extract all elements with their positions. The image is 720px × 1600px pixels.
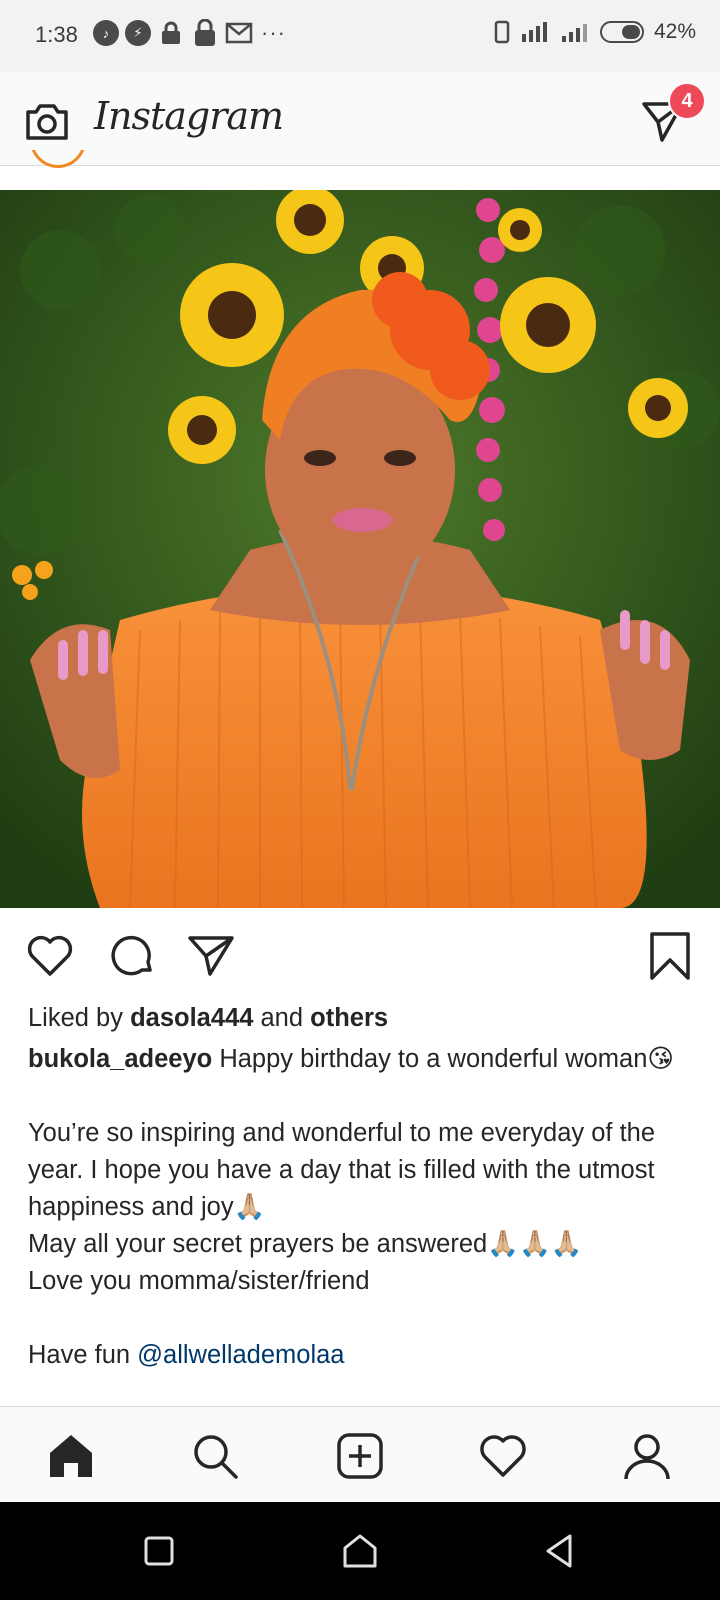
heart-icon[interactable] — [24, 930, 76, 982]
battery-percent: 42% — [653, 20, 696, 43]
activity-heart-icon[interactable] — [478, 1431, 528, 1481]
instagram-header: Instagram 4 — [0, 72, 720, 166]
camera-icon[interactable] — [22, 96, 72, 146]
caption-mention-link[interactable]: @allwellademolaa — [137, 1341, 344, 1369]
liked-by-others[interactable]: others — [310, 1004, 388, 1032]
signal-icon-2 — [561, 24, 587, 42]
mail-icon — [225, 20, 253, 46]
comment-icon[interactable] — [106, 930, 158, 982]
profile-icon[interactable] — [622, 1431, 672, 1481]
bottom-nav — [0, 1406, 720, 1502]
status-time: 1:38 — [35, 22, 78, 47]
search-icon[interactable] — [190, 1431, 240, 1481]
back-icon[interactable] — [540, 1532, 578, 1570]
android-nav-bar — [0, 1502, 720, 1600]
more-notifications: ··· — [261, 20, 286, 45]
post-caption: Liked by dasola444 and others bukola_ade… — [28, 1000, 708, 1374]
battery-icon — [599, 21, 644, 43]
new-post-icon[interactable] — [335, 1431, 385, 1481]
caption-author[interactable]: bukola_adeeyo — [28, 1045, 212, 1073]
tiktok-icon: ♪ — [93, 20, 119, 46]
signal-icon — [521, 22, 547, 42]
android-home-icon[interactable] — [341, 1532, 379, 1570]
caption-body: You’re so inspiring and wonderful to me … — [28, 1119, 656, 1295]
caption-fun-line: Have fun @allwellademolaa — [28, 1341, 345, 1369]
lock-icon — [157, 20, 185, 46]
home-icon[interactable] — [46, 1431, 96, 1481]
vibrate-icon — [494, 20, 510, 44]
post-author-avatar[interactable] — [30, 150, 86, 170]
recents-icon[interactable] — [140, 1532, 178, 1570]
notification-icons: ♪ ⚡ ··· — [93, 19, 286, 46]
liked-by-line: Liked by dasola444 and others — [28, 1004, 389, 1032]
post-photo[interactable] — [0, 190, 720, 908]
post-actions — [0, 922, 720, 992]
status-right: 42% — [494, 20, 696, 44]
share-icon[interactable] — [186, 930, 238, 982]
direct-badge: 4 — [668, 82, 706, 120]
status-bar: 1:38 ♪ ⚡ ··· 42% — [0, 0, 720, 72]
bookmark-icon[interactable] — [644, 930, 696, 982]
caption-first: bukola_adeeyo Happy birthday to a wonder… — [28, 1045, 674, 1073]
lock-icon — [191, 19, 219, 46]
messenger-icon: ⚡ — [125, 20, 151, 46]
liked-by-user[interactable]: dasola444 — [130, 1004, 253, 1032]
instagram-logo: Instagram — [94, 94, 284, 138]
